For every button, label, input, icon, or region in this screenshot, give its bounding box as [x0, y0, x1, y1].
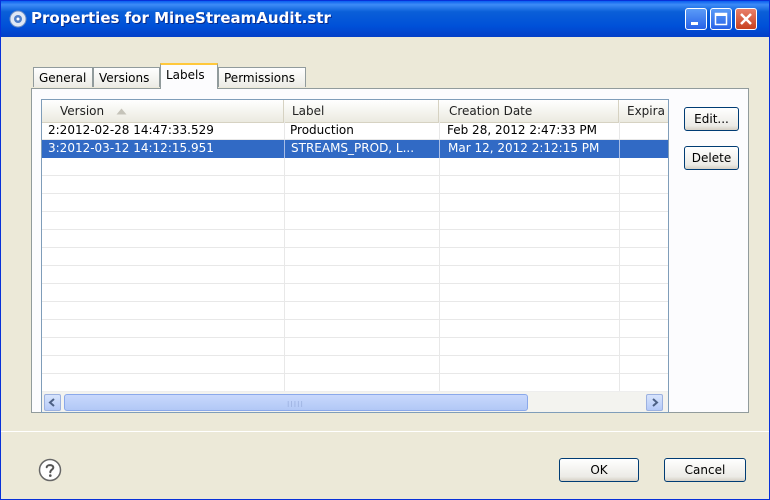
row-version: 3:2012-03-12 14:12:15.951 [48, 141, 214, 155]
empty-row [42, 356, 668, 374]
empty-row [42, 176, 668, 194]
tab-general[interactable]: General [33, 67, 93, 87]
empty-row [42, 338, 668, 356]
column-header-creation-date[interactable]: Creation Date [439, 100, 619, 122]
empty-row [42, 194, 668, 212]
row-label: STREAMS_PROD, L... [284, 140, 439, 158]
scroll-thumb[interactable]: IIIII [64, 394, 528, 411]
tab-versions-label: Versions [99, 71, 150, 85]
column-header-label-label: Label [292, 104, 325, 118]
horizontal-scrollbar[interactable]: IIIII [42, 391, 668, 412]
empty-row [42, 320, 668, 338]
tab-versions[interactable]: Versions [93, 67, 160, 87]
labels-table[interactable]: Version Label Creation Date Expira 2:201… [41, 99, 669, 413]
column-header-label[interactable]: Label [284, 100, 439, 122]
empty-row [42, 374, 668, 392]
column-header-expiration-label: Expira [627, 104, 665, 118]
properties-dialog: Properties for MineStreamAudit.str Gener… [0, 0, 770, 500]
empty-row [42, 212, 668, 230]
minimize-button[interactable] [685, 8, 707, 30]
ok-button[interactable]: OK [559, 458, 639, 482]
minimize-icon [691, 22, 698, 25]
footer-separator [1, 431, 769, 432]
tab-labels[interactable]: Labels [160, 63, 218, 89]
maximize-icon [714, 12, 728, 26]
scroll-left-icon [48, 398, 55, 407]
cancel-button[interactable]: Cancel [664, 458, 746, 482]
empty-row [42, 302, 668, 320]
help-icon[interactable] [38, 458, 62, 482]
column-header-version[interactable]: Version [42, 100, 284, 122]
close-button[interactable] [735, 8, 757, 30]
scroll-thumb-grip: IIIII [287, 400, 304, 409]
row-creation-date: Feb 28, 2012 2:47:33 PM [447, 123, 597, 137]
table-row-selected[interactable]: 3:2012-03-12 14:12:15.951 STREAMS_PROD, … [42, 140, 668, 158]
column-header-expiration[interactable]: Expira [619, 100, 668, 122]
column-header-creation-date-label: Creation Date [449, 104, 533, 118]
table-header: Version Label Creation Date Expira [42, 100, 668, 123]
scroll-right-icon [652, 398, 659, 407]
column-header-version-label: Version [60, 104, 105, 118]
scroll-right-button[interactable] [646, 394, 663, 411]
title-bar[interactable]: Properties for MineStreamAudit.str [1, 1, 769, 37]
sort-ascending-icon [116, 108, 127, 115]
row-creation-date: Mar 12, 2012 2:12:15 PM [439, 140, 619, 158]
empty-row [42, 158, 668, 176]
empty-row [42, 230, 668, 248]
table-row[interactable]: 2:2012-02-28 14:47:33.529 Production Feb… [42, 122, 668, 140]
delete-button[interactable]: Delete [684, 146, 739, 170]
tab-labels-label: Labels [166, 68, 205, 82]
properties-app-icon [9, 10, 27, 28]
window-title: Properties for MineStreamAudit.str [31, 9, 331, 27]
close-icon [740, 13, 752, 25]
tab-general-label: General [39, 71, 87, 85]
row-expiration [619, 122, 668, 140]
row-expiration [619, 140, 668, 158]
empty-row [42, 248, 668, 266]
edit-button[interactable]: Edit... [684, 107, 739, 131]
maximize-button[interactable] [710, 8, 732, 30]
row-version: 2:2012-02-28 14:47:33.529 [48, 123, 214, 137]
row-label: Production [290, 123, 354, 137]
tab-permissions[interactable]: Permissions [218, 67, 306, 87]
scroll-left-button[interactable] [44, 394, 61, 411]
tab-permissions-label: Permissions [224, 71, 295, 85]
empty-row [42, 284, 668, 302]
empty-row [42, 266, 668, 284]
